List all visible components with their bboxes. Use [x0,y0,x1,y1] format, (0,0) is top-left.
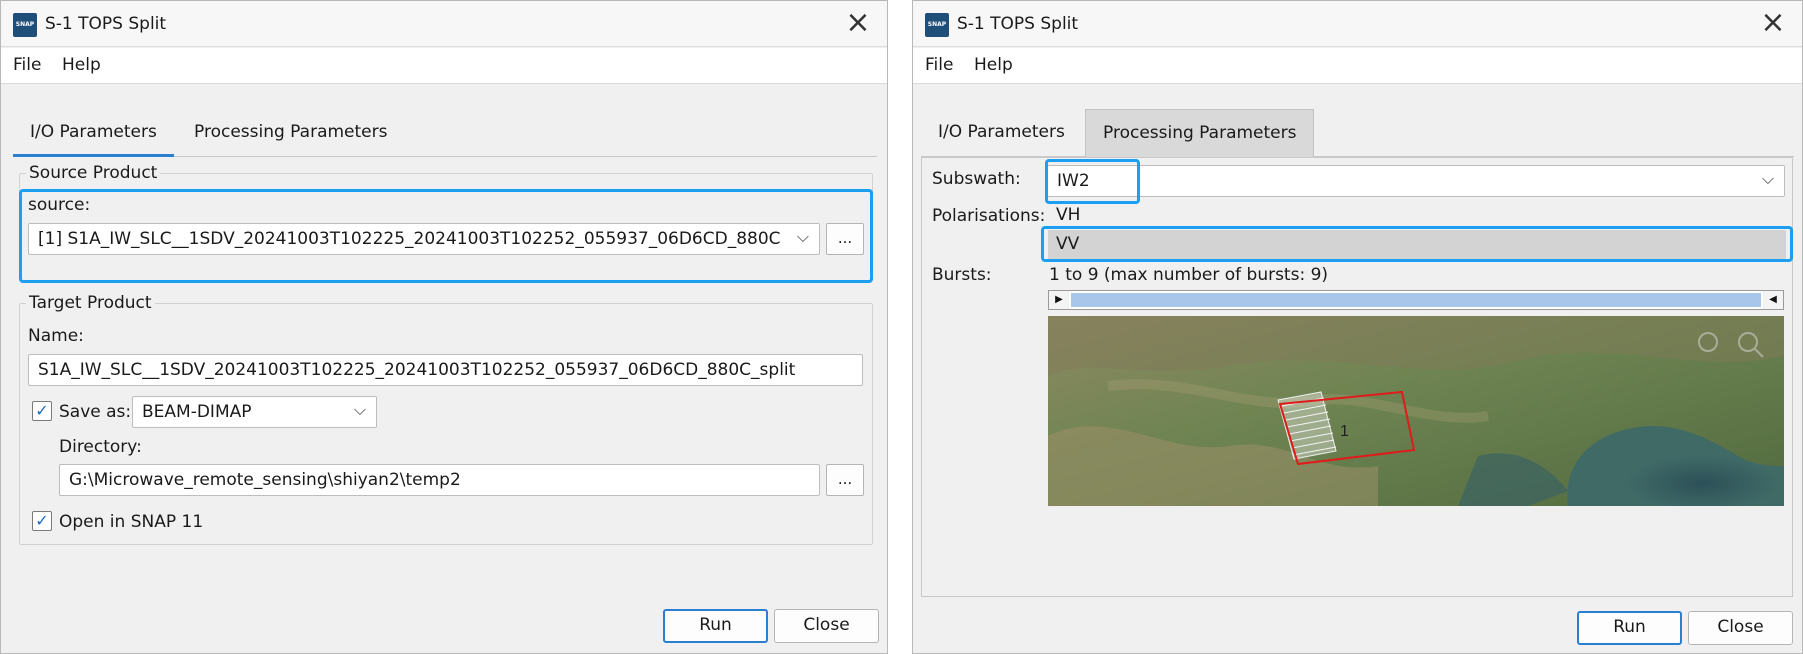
window-title: S-1 TOPS Split [957,14,1079,34]
arrow-right-icon[interactable]: ▶ [1049,291,1069,309]
polarisations-label: Polarisations: [932,206,1046,226]
burst-number-label: 1 [1340,423,1349,440]
tab-bar: I/O Parameters Processing Parameters [921,109,1794,157]
arrow-left-icon[interactable]: ◀ [1763,291,1783,309]
tab-bar: I/O Parameters Processing Parameters [13,109,877,157]
window-title: S-1 TOPS Split [45,14,167,34]
title-bar: SNAP S-1 TOPS Split × [1,1,887,47]
directory-label: Directory: [59,437,142,457]
chevron-down-icon: ⌵ [1761,169,1774,188]
tab-processing-parameters[interactable]: Processing Parameters [1085,109,1315,157]
tab-io-parameters[interactable]: I/O Parameters [921,109,1082,157]
tab-io-parameters[interactable]: I/O Parameters [13,109,174,157]
satellite-map-image: 1 [1048,316,1784,506]
snap-app-icon: SNAP [925,13,949,37]
snap-app-icon: SNAP [13,13,37,37]
source-product-title: Source Product [26,163,161,183]
run-button[interactable]: Run [663,609,768,643]
run-button[interactable]: Run [1577,611,1682,645]
bursts-label: Bursts: [932,265,992,285]
title-bar: SNAP S-1 TOPS Split × [913,1,1802,47]
checkmark-icon: ✓ [35,511,49,530]
left-dialog-window: SNAP S-1 TOPS Split × File Help I/O Para… [0,0,888,654]
target-product-title: Target Product [26,293,155,313]
subswath-value: IW2 [1057,171,1090,191]
source-label: source: [28,195,91,215]
menu-file[interactable]: File [925,55,953,75]
save-as-checkbox[interactable]: ✓ [32,401,52,421]
menu-help[interactable]: Help [974,55,1013,75]
target-name-value: S1A_IW_SLC__1SDV_20241003T102225_2024100… [38,360,796,380]
chevron-down-icon: ⌵ [353,400,366,419]
target-name-input[interactable]: S1A_IW_SLC__1SDV_20241003T102225_2024100… [28,354,863,386]
directory-value: G:\Microwave_remote_sensing\shiyan2\temp… [69,470,461,490]
tab-processing-parameters[interactable]: Processing Parameters [177,109,404,157]
save-as-label: Save as: [59,402,132,422]
polarisation-item-vh[interactable]: VH [1048,201,1786,231]
burst-range-track[interactable] [1071,293,1761,307]
bursts-range-text: 1 to 9 (max number of bursts: 9) [1049,265,1329,285]
close-icon[interactable]: × [843,8,873,39]
subswath-label: Subswath: [932,169,1021,189]
burst-footprint-map[interactable]: 1 [1048,316,1784,506]
subswath-select[interactable]: IW2 ⌵ [1047,165,1785,197]
chevron-down-icon: ⌵ [796,227,809,246]
checkmark-icon: ✓ [35,401,49,420]
open-in-snap-checkbox[interactable]: ✓ [32,511,52,531]
browse-source-button[interactable]: ... [826,223,864,255]
burst-range-slider[interactable]: ▶ ◀ [1048,290,1784,310]
source-product-select[interactable]: [1] S1A_IW_SLC__1SDV_20241003T102225_202… [28,223,820,255]
menu-file[interactable]: File [13,55,41,75]
close-button[interactable]: Close [1688,611,1793,645]
close-button[interactable]: Close [774,609,879,643]
directory-input[interactable]: G:\Microwave_remote_sensing\shiyan2\temp… [59,464,820,496]
name-label: Name: [28,326,84,346]
close-icon[interactable]: × [1758,8,1788,39]
save-format-select[interactable]: BEAM-DIMAP ⌵ [132,396,377,428]
menu-bar: File Help [1,48,887,84]
source-product-value: [1] S1A_IW_SLC__1SDV_20241003T102225_202… [38,229,781,249]
menu-bar: File Help [913,48,1802,84]
polarisation-item-vv[interactable]: VV [1048,230,1786,260]
menu-help[interactable]: Help [62,55,101,75]
save-format-value: BEAM-DIMAP [142,402,252,422]
open-in-snap-label: Open in SNAP 11 [59,512,204,532]
browse-directory-button[interactable]: ... [826,464,864,496]
